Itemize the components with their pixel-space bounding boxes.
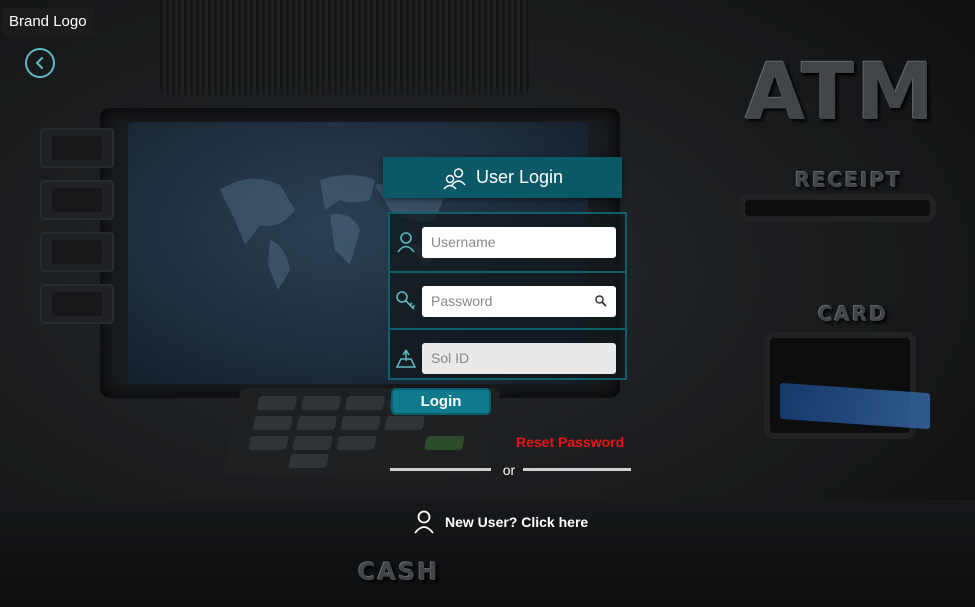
username-row — [390, 214, 625, 270]
divider-left — [390, 468, 491, 471]
solid-field-wrap — [422, 342, 616, 374]
search-icon[interactable] — [594, 294, 608, 308]
divider-right — [523, 468, 631, 471]
login-title: User Login — [475, 167, 564, 187]
or-label: or — [502, 462, 516, 478]
new-user-label: New User? Click here — [445, 514, 589, 530]
login-button[interactable]: Login — [391, 388, 491, 415]
brand-logo: Brand Logo — [3, 8, 93, 36]
username-field-wrap — [422, 226, 616, 258]
password-input[interactable] — [431, 285, 591, 317]
user-icon — [414, 510, 434, 534]
password-field-wrap — [422, 285, 616, 317]
solid-input[interactable] — [431, 342, 591, 374]
user-icon — [397, 232, 415, 253]
users-icon — [443, 167, 466, 190]
solid-row — [390, 328, 625, 386]
username-input[interactable] — [431, 226, 591, 258]
chevron-left-icon — [35, 57, 43, 69]
back-button[interactable] — [25, 48, 55, 78]
password-row — [390, 271, 625, 329]
reset-password-link[interactable]: Reset Password — [516, 434, 624, 450]
key-icon — [396, 291, 416, 310]
login-header: User Login — [383, 157, 622, 198]
new-user-link[interactable]: New User? Click here — [413, 510, 588, 534]
location-icon — [395, 349, 417, 368]
login-form — [388, 212, 627, 380]
